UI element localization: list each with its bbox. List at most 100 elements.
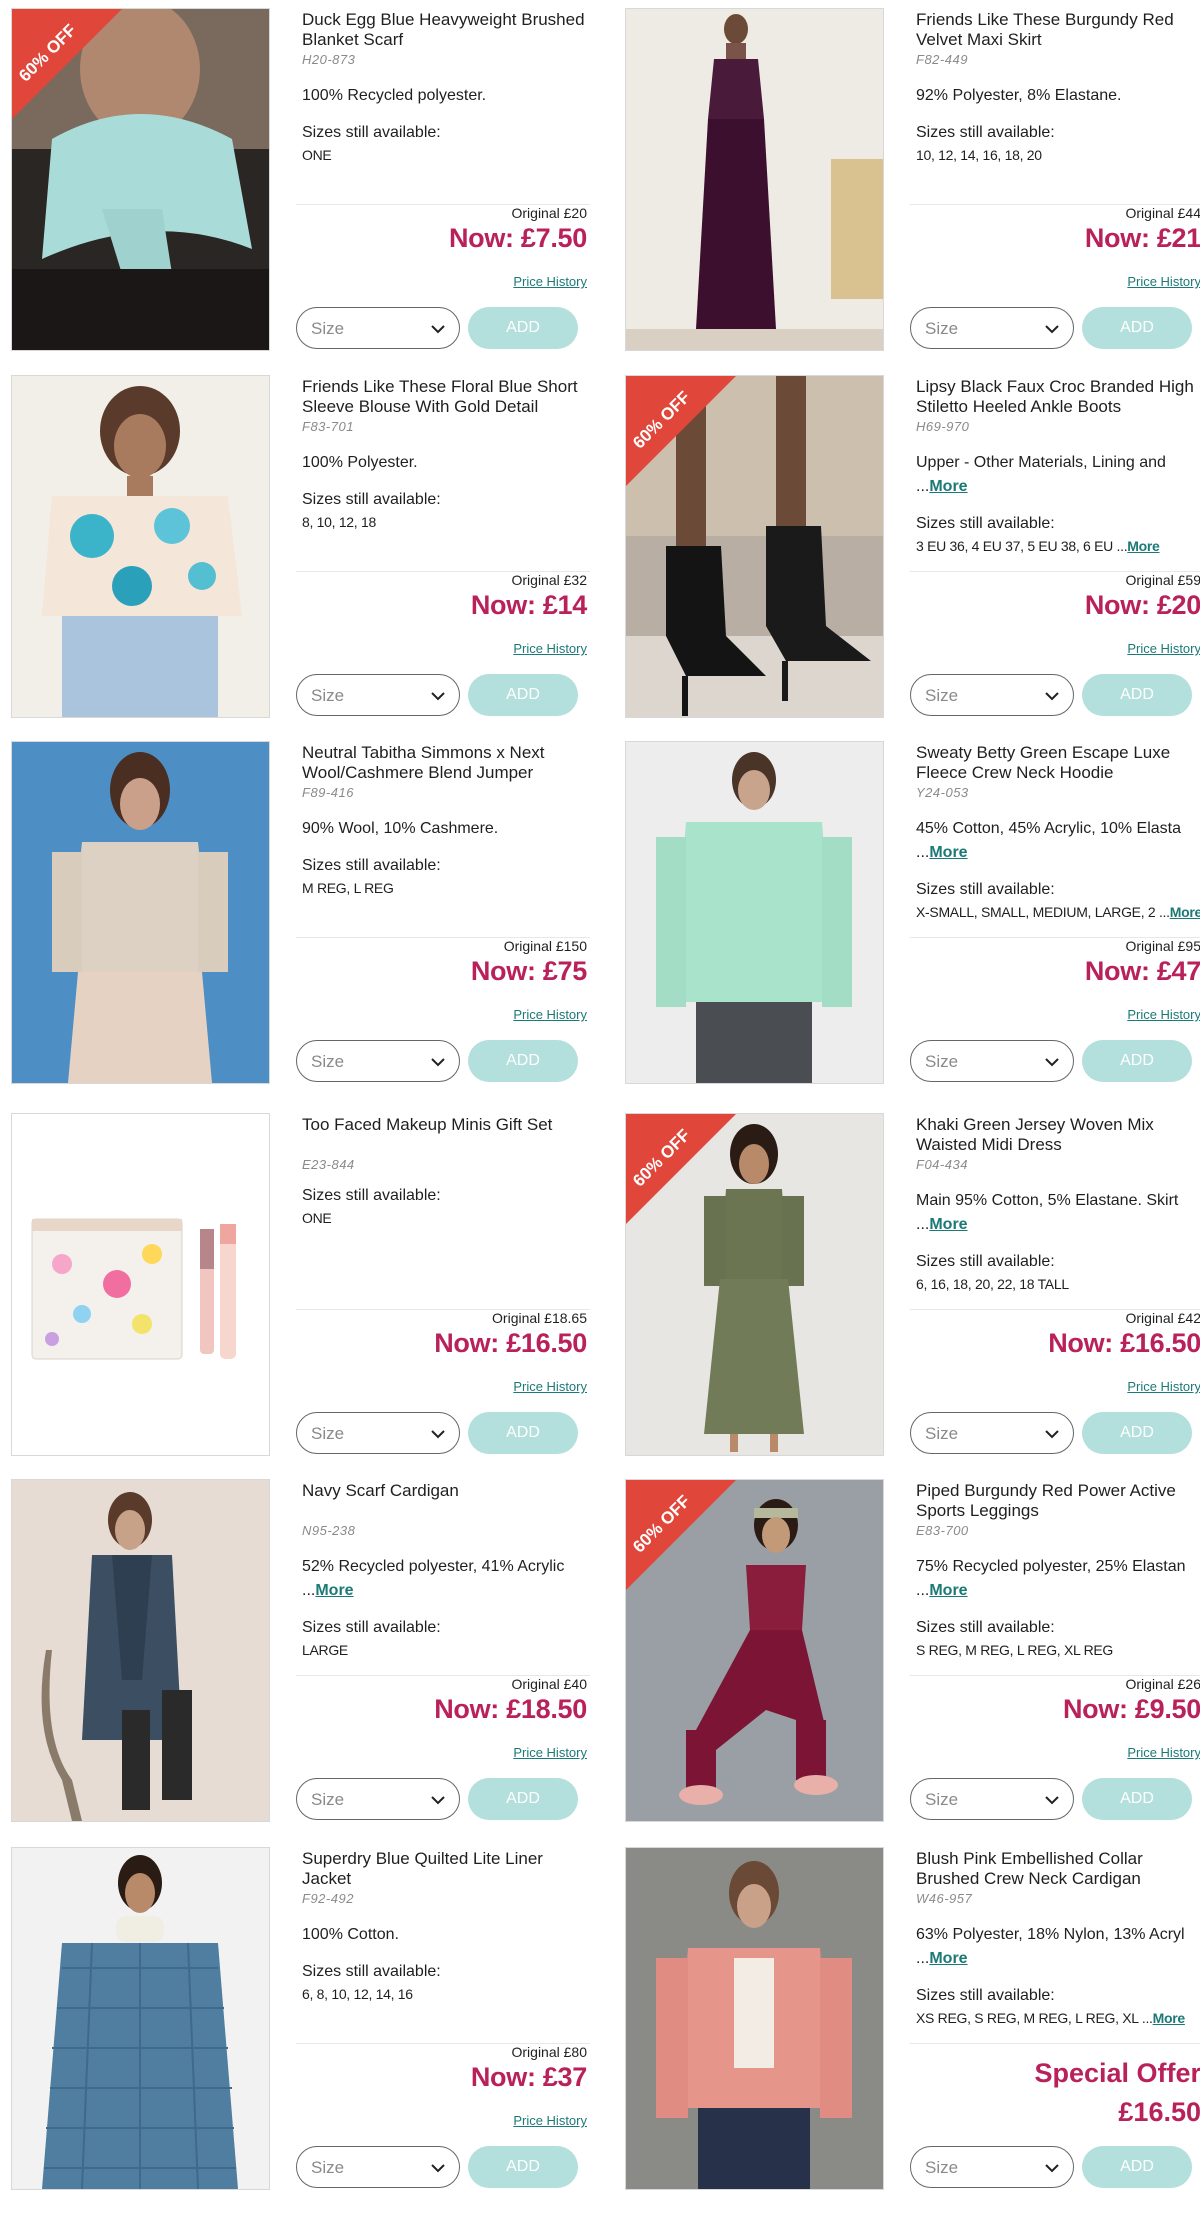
product-title[interactable]: Friends Like These Floral Blue Short Sle… [302,377,590,417]
size-dropdown[interactable]: Size [910,674,1074,716]
material-more-link[interactable]: More [315,1582,353,1599]
product-title[interactable]: Friends Like These Burgundy Red Velvet M… [916,10,1200,50]
product-card[interactable]: Sweaty Betty Green Escape Luxe Fleece Cr… [625,741,1200,1084]
size-dropdown[interactable]: Size [910,2146,1074,2188]
material-more-link[interactable]: More [929,1950,967,1967]
sizes-label: Sizes still available: [302,1963,441,1980]
price-history-link[interactable]: Price History [513,1007,587,1022]
leggings-model-image[interactable]: 60% OFF [625,1479,884,1822]
sale-price: Now: £18.50 [434,1694,587,1724]
price-history-link[interactable]: Price History [1127,1379,1200,1394]
product-card[interactable]: Too Faced Makeup Minis Gift Set E23-844 … [11,1113,603,1456]
price-history-link[interactable]: Price History [1127,274,1200,289]
velvet-skirt-model-image[interactable] [625,8,884,351]
add-to-bag-button[interactable]: ADD [1082,307,1192,349]
product-card[interactable]: Neutral Tabitha Simmons x Next Wool/Cash… [11,741,603,1084]
size-placeholder: Size [925,2158,959,2177]
size-placeholder: Size [311,1790,345,1809]
product-material: 63% Polyester, 18% Nylon, 13% Acryl ...M… [916,1923,1200,1971]
product-code: F82-449 [916,52,968,67]
material-more-link[interactable]: More [929,1582,967,1599]
size-dropdown[interactable]: Size [296,674,460,716]
product-card[interactable]: 60% OFF Piped Burgundy Red Power Active … [625,1479,1200,1822]
sizes-more-link[interactable]: More [1153,2010,1186,2026]
product-title[interactable]: Lipsy Black Faux Croc Branded High Stile… [916,377,1200,417]
price-history-link[interactable]: Price History [1127,1007,1200,1022]
size-placeholder: Size [311,1424,345,1443]
size-dropdown[interactable]: Size [296,1040,460,1082]
material-text: 100% Cotton. [302,1926,399,1943]
size-dropdown[interactable]: Size [910,1040,1074,1082]
size-dropdown[interactable]: Size [296,2146,460,2188]
price-history-link[interactable]: Price History [513,1745,587,1760]
product-title[interactable]: Sweaty Betty Green Escape Luxe Fleece Cr… [916,743,1200,783]
add-to-bag-button[interactable]: ADD [468,307,578,349]
scarf-model-image[interactable]: 60% OFF [11,8,270,351]
price-history-link[interactable]: Price History [513,274,587,289]
sizes-available: XS REG, S REG, M REG, L REG, XL ...More [916,2007,1200,2030]
product-material: 90% Wool, 10% Cashmere. [302,817,590,841]
size-dropdown[interactable]: Size [910,307,1074,349]
price-history-link[interactable]: Price History [513,2113,587,2128]
product-card[interactable]: Blush Pink Embellished Collar Brushed Cr… [625,1847,1200,2190]
add-to-bag-button[interactable]: ADD [468,1778,578,1820]
ankle-boots-image[interactable]: 60% OFF [625,375,884,718]
price-history-link[interactable]: Price History [1127,1745,1200,1760]
product-card[interactable]: 60% OFF Duck Egg Blue Heavyweight Brushe… [11,8,603,351]
add-to-bag-button[interactable]: ADD [1082,1040,1192,1082]
pink-cardigan-model-image[interactable] [625,1847,884,2190]
original-price: Original £42 [1125,1310,1200,1326]
add-to-bag-button[interactable]: ADD [468,674,578,716]
add-to-bag-button[interactable]: ADD [1082,1412,1192,1454]
product-code: W46-957 [916,1891,973,1906]
product-title[interactable]: Blush Pink Embellished Collar Brushed Cr… [916,1849,1200,1889]
product-title[interactable]: Khaki Green Jersey Woven Mix Waisted Mid… [916,1115,1200,1155]
size-dropdown[interactable]: Size [910,1412,1074,1454]
quilted-jacket-model-image[interactable] [11,1847,270,2190]
add-to-bag-button[interactable]: ADD [468,1412,578,1454]
product-card[interactable]: Navy Scarf Cardigan N95-238 52% Recycled… [11,1479,603,1822]
material-more-link[interactable]: More [929,1216,967,1233]
hoodie-model-image[interactable] [625,741,884,1084]
sizes-more-link[interactable]: More [1127,538,1160,554]
product-card[interactable]: Friends Like These Floral Blue Short Sle… [11,375,603,718]
product-title[interactable]: Duck Egg Blue Heavyweight Brushed Blanke… [302,10,590,50]
sale-price: Now: £37 [470,2062,587,2092]
add-to-bag-button[interactable]: ADD [468,1040,578,1082]
product-title[interactable]: Superdry Blue Quilted Lite Liner Jacket [302,1849,590,1889]
add-to-bag-button[interactable]: ADD [1082,1778,1192,1820]
jumper-model-image[interactable] [11,741,270,1084]
product-title[interactable]: Navy Scarf Cardigan [302,1481,590,1501]
sale-price: Now: £21 [1084,223,1200,253]
product-material: 100% Recycled polyester. [302,84,590,108]
product-code: F92-492 [302,1891,354,1906]
product-title[interactable]: Piped Burgundy Red Power Active Sports L… [916,1481,1200,1521]
scarf-cardigan-model-image[interactable] [11,1479,270,1822]
product-card[interactable]: Friends Like These Burgundy Red Velvet M… [625,8,1200,351]
floral-blouse-model-image[interactable] [11,375,270,718]
add-to-bag-button[interactable]: ADD [1082,2146,1192,2188]
product-card[interactable]: Superdry Blue Quilted Lite Liner Jacket … [11,1847,603,2190]
material-more-link[interactable]: More [929,478,967,495]
size-dropdown[interactable]: Size [296,1778,460,1820]
price-history-link[interactable]: Price History [513,641,587,656]
sale-price: Now: £9.50 [1062,1694,1200,1724]
chevron-down-icon [430,1427,446,1439]
material-more-link[interactable]: More [929,844,967,861]
product-title[interactable]: Too Faced Makeup Minis Gift Set [302,1115,590,1135]
makeup-gift-set-image[interactable] [11,1113,270,1456]
add-to-bag-button[interactable]: ADD [1082,674,1192,716]
size-dropdown[interactable]: Size [296,307,460,349]
sizes-more-link[interactable]: More [1170,904,1200,920]
product-card[interactable]: 60% OFF Khaki Green Jersey Woven Mix Wai… [625,1113,1200,1456]
product-material: 52% Recycled polyester, 41% Acrylic ...M… [302,1555,590,1603]
size-dropdown[interactable]: Size [910,1778,1074,1820]
add-to-bag-button[interactable]: ADD [468,2146,578,2188]
product-code: Y24-053 [916,785,969,800]
price-history-link[interactable]: Price History [1127,641,1200,656]
midi-dress-model-image[interactable]: 60% OFF [625,1113,884,1456]
price-history-link[interactable]: Price History [513,1379,587,1394]
product-title[interactable]: Neutral Tabitha Simmons x Next Wool/Cash… [302,743,590,783]
product-card[interactable]: 60% OFF Lipsy Black Faux Croc Branded Hi… [625,375,1200,718]
size-dropdown[interactable]: Size [296,1412,460,1454]
